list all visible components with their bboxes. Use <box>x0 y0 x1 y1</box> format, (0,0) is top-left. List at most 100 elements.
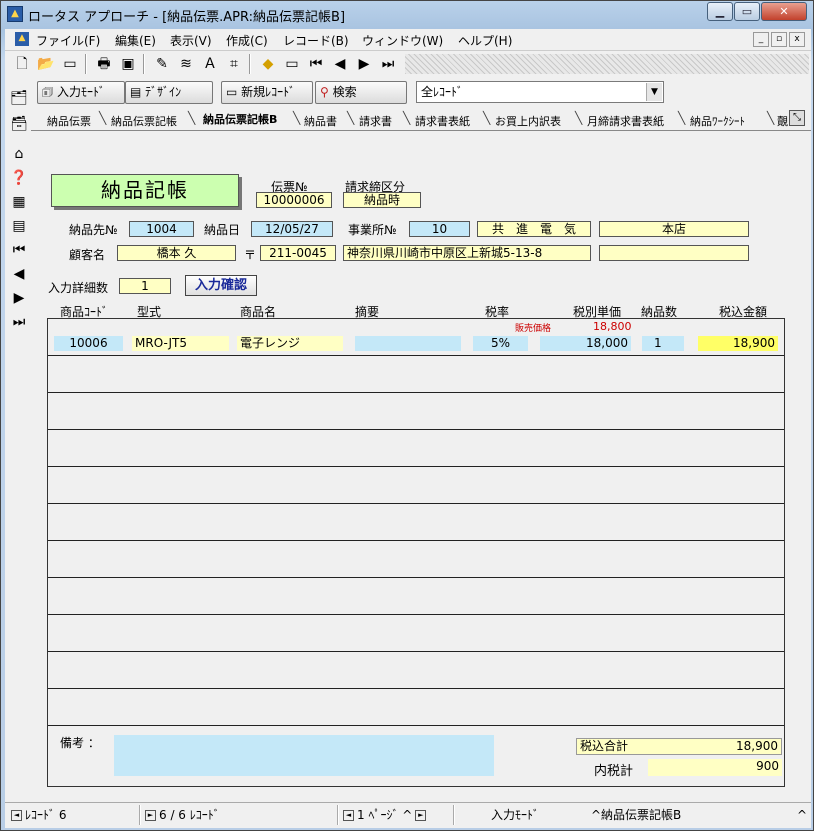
postal-code-field[interactable]: 211-0045 <box>260 245 336 261</box>
tab-seikyusho-hyoshi[interactable]: 請求書表紙 <box>415 113 470 129</box>
new-record-button[interactable]: ▭ 新規ﾚｺｰﾄﾞ <box>221 81 313 104</box>
tab-nohin-denpyo[interactable]: 納品伝票 <box>47 113 91 129</box>
print-preview-icon[interactable]: ▣ <box>117 53 139 75</box>
table-row[interactable] <box>48 689 784 726</box>
delivery-date-field[interactable]: 12/05/27 <box>251 221 333 237</box>
menu-record[interactable]: レコード(B) <box>283 32 349 49</box>
status-view[interactable]: 納品伝票記帳B <box>601 805 681 825</box>
quantity-cell[interactable]: 1 <box>642 336 684 351</box>
tab-nohin-denpyo-kicho[interactable]: 納品伝票記帳 <box>111 113 177 129</box>
billing-field[interactable]: 納品時 <box>343 192 421 208</box>
tax-rate-cell[interactable]: 5% <box>473 336 528 351</box>
previous-record-icon[interactable]: ◀ <box>329 53 351 75</box>
tab-seikyusho[interactable]: 請求書 <box>359 113 392 129</box>
office-no-field[interactable]: 10 <box>409 221 470 237</box>
record-filter-select[interactable]: 全ﾚｺｰﾄﾞ ▼ <box>416 81 664 103</box>
input-mode-button[interactable]: 🗊 入力ﾓｰﾄﾞ <box>37 81 125 104</box>
browse-icon[interactable]: 🗂 <box>8 87 30 109</box>
table-row[interactable] <box>48 541 784 578</box>
status-page[interactable]: ◄ 1 ﾍﾟｰｼﾞ ^ ► <box>343 805 429 825</box>
last-record-icon[interactable]: ⏭ <box>8 311 30 333</box>
open-folder-icon[interactable]: 📂 <box>35 53 57 75</box>
table-row[interactable]: 販売価格 18,800 10006 MRO-JT5 電子レンジ 5% 18,00… <box>48 319 784 356</box>
total-cell[interactable]: 18,900 <box>698 336 778 351</box>
maximize-button[interactable]: ▭ <box>734 2 760 21</box>
smart-icon[interactable]: ◆ <box>257 53 279 75</box>
first-record-icon[interactable]: ⏮ <box>8 239 30 261</box>
company-field[interactable]: 共 進 電 気 <box>477 221 591 237</box>
tab-nohin-denpyo-kicho-b[interactable]: 納品伝票記帳B <box>203 111 277 127</box>
previous-record-icon[interactable]: ◀ <box>8 263 30 285</box>
design-button[interactable]: ▤ ﾃﾞｻﾞｲﾝ <box>125 81 213 104</box>
menu-view[interactable]: 表示(V) <box>170 32 212 49</box>
unit-price-cell[interactable]: 18,000 <box>540 336 631 351</box>
title-bar[interactable]: ▲ ロータス アプローチ - [納品伝票.APR:納品伝票記帳B] ▁ ▭ ✕ <box>1 1 813 28</box>
document-icon[interactable]: ▲ <box>15 32 29 46</box>
confirm-input-button[interactable]: 入力確認 <box>185 275 257 296</box>
home-icon[interactable]: ⌂ <box>8 143 30 165</box>
mdi-close-button[interactable]: x <box>789 32 805 47</box>
next-record-icon[interactable]: ▶ <box>8 287 30 309</box>
format-brush-icon[interactable]: ⌗ <box>223 53 245 75</box>
menu-edit[interactable]: 編集(E) <box>115 32 156 49</box>
customer-name-field[interactable]: 橋本 久 <box>117 245 236 261</box>
text-tool-icon[interactable]: ≋ <box>175 53 197 75</box>
table-row[interactable] <box>48 393 784 430</box>
status-record[interactable]: ◄ ﾚｺｰﾄﾞ 6 <box>11 805 66 825</box>
next-record-icon[interactable]: ▶ <box>353 53 375 75</box>
address-field[interactable]: 神奈川県川崎市中原区上新城5-13-8 <box>343 245 591 261</box>
save-icon[interactable]: ▭ <box>59 53 81 75</box>
table-row[interactable] <box>48 652 784 689</box>
product-name-cell[interactable]: 電子レンジ <box>237 336 343 351</box>
table-row[interactable] <box>48 356 784 393</box>
status-divider <box>337 805 339 825</box>
tab-nohinsho[interactable]: 納品書 <box>304 113 337 129</box>
menu-file[interactable]: ファイル(F) <box>36 32 100 49</box>
detail-count-field[interactable]: 1 <box>119 278 171 294</box>
model-cell[interactable]: MRO-JT5 <box>132 336 229 351</box>
status-mode[interactable]: 入力ﾓｰﾄﾞ <box>491 805 539 825</box>
customer-no-field[interactable]: 1004 <box>129 221 194 237</box>
chevron-down-icon[interactable]: ▼ <box>646 83 662 101</box>
tab-scroll-icon[interactable]: ⤡ <box>789 110 805 126</box>
font-icon[interactable]: Ａ <box>199 53 221 75</box>
form-view-icon[interactable]: ▭ <box>281 53 303 75</box>
mdi-restore-button[interactable]: ▫ <box>771 32 787 47</box>
tab-more[interactable]: 覿 <box>777 113 788 129</box>
menu-help[interactable]: ヘルプ(H) <box>458 32 512 49</box>
new-file-icon[interactable]: 🗋 <box>11 53 33 75</box>
minimize-button[interactable]: ▁ <box>707 2 733 21</box>
search-button[interactable]: ⚲ 検索 <box>315 81 407 104</box>
pencil-icon[interactable]: ✎ <box>151 53 173 75</box>
customer-no-label: 納品先№ <box>69 223 118 237</box>
help-icon[interactable]: ❓ <box>8 167 30 189</box>
first-record-icon[interactable]: ⏮ <box>305 53 327 75</box>
close-button[interactable]: ✕ <box>761 2 807 21</box>
menu-window[interactable]: ウィンドウ(W) <box>362 32 443 49</box>
branch-field[interactable]: 本店 <box>599 221 749 237</box>
app-icon[interactable]: ▲ <box>7 6 23 22</box>
tab-nohin-worksheet[interactable]: 納品ﾜｰｸｼｰﾄ <box>690 113 745 129</box>
table-row[interactable] <box>48 578 784 615</box>
status-record-count[interactable]: ► 6 / 6 ﾚｺｰﾄﾞ <box>145 805 220 825</box>
table-row[interactable] <box>48 467 784 504</box>
design-icon[interactable]: 🗃 <box>8 113 30 135</box>
product-code-cell[interactable]: 10006 <box>54 336 123 351</box>
tax-amount-field[interactable]: 900 <box>648 759 782 776</box>
slip-no-field[interactable]: 10000006 <box>256 192 332 208</box>
report-icon[interactable]: ▤ <box>8 215 30 237</box>
tab-tsukijime-seikyusho[interactable]: 月締請求書表紙 <box>587 113 664 129</box>
table-icon[interactable]: ▦ <box>8 191 30 213</box>
tab-okaiage-uchiwake[interactable]: お買上内訳表 <box>495 113 561 129</box>
table-row[interactable] <box>48 615 784 652</box>
print-icon[interactable]: 🖶 <box>93 53 115 75</box>
table-row[interactable] <box>48 430 784 467</box>
mdi-minimize-button[interactable]: _ <box>753 32 769 47</box>
last-record-icon[interactable]: ⏭ <box>377 53 399 75</box>
notes-field[interactable] <box>114 735 494 776</box>
memo-cell[interactable] <box>355 336 461 351</box>
status-count-text: 6 / 6 ﾚｺｰﾄﾞ <box>159 808 220 822</box>
table-row[interactable] <box>48 504 784 541</box>
address2-field[interactable] <box>599 245 749 261</box>
menu-create[interactable]: 作成(C) <box>226 32 268 49</box>
